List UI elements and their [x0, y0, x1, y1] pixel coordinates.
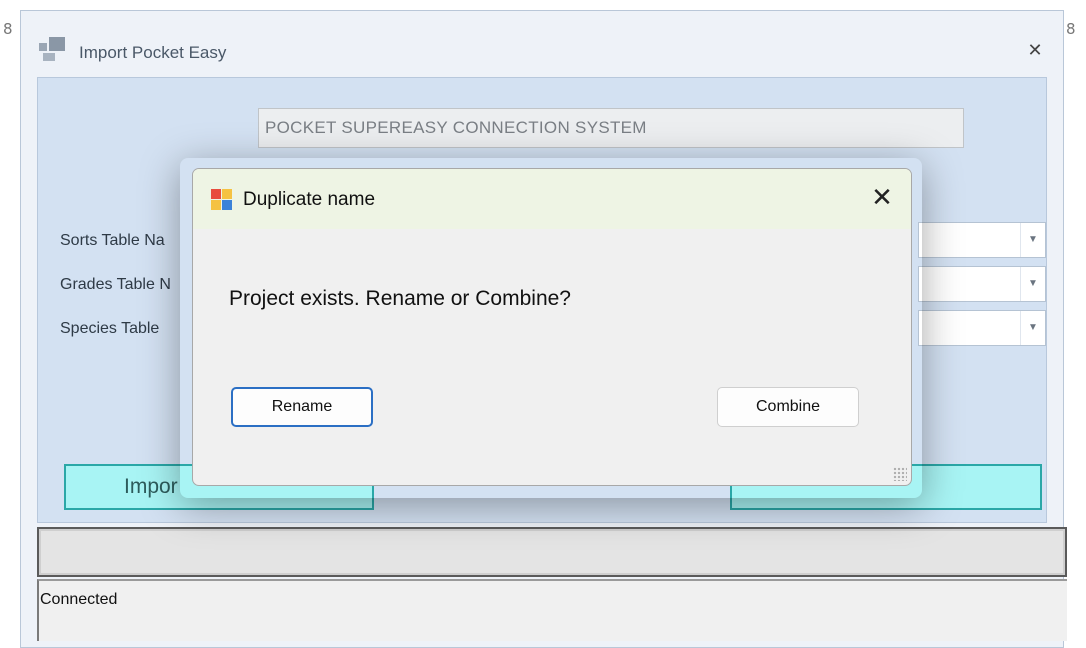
- species-table-dropdown[interactable]: ▼: [918, 310, 1046, 346]
- resize-grip-icon[interactable]: [893, 467, 907, 481]
- rename-button[interactable]: Rename: [231, 387, 373, 427]
- grades-table-dropdown[interactable]: ▼: [918, 266, 1046, 302]
- status-output: Connected: [37, 579, 1067, 641]
- sorts-table-dropdown[interactable]: ▼: [918, 222, 1046, 258]
- chevron-down-icon[interactable]: ▼: [1020, 223, 1045, 257]
- duplicate-name-dialog: Duplicate name ✕ Project exists. Rename …: [192, 168, 912, 486]
- dialog-title: Duplicate name: [243, 189, 376, 210]
- dialog-close-icon[interactable]: ✕: [867, 183, 897, 213]
- window-close-icon[interactable]: ✕: [1025, 41, 1045, 61]
- screen: 8 8 Import Pocket Easy ✕ POCKET SUPEREAS…: [0, 0, 1086, 648]
- sorts-table-label: Sorts Table Na: [60, 232, 165, 249]
- app-icon: [39, 37, 69, 63]
- chevron-down-icon[interactable]: ▼: [1020, 267, 1045, 301]
- chevron-down-icon[interactable]: ▼: [1020, 311, 1045, 345]
- dialog-message: Project exists. Rename or Combine?: [229, 287, 571, 310]
- grades-table-label: Grades Table N: [60, 276, 171, 293]
- species-table-label: Species Table: [60, 320, 160, 337]
- main-titlebar: Import Pocket Easy ✕: [21, 11, 1063, 77]
- dialog-titlebar: Duplicate name ✕: [193, 169, 911, 229]
- combine-button[interactable]: Combine: [717, 387, 859, 427]
- background-right-glyph: 8: [1066, 20, 1076, 38]
- connection-system-header: POCKET SUPEREASY CONNECTION SYSTEM: [258, 108, 964, 148]
- background-left-glyph: 8: [3, 20, 13, 38]
- progress-bar: [37, 527, 1067, 577]
- windows-app-icon: [211, 189, 233, 211]
- window-title: Import Pocket Easy: [79, 43, 227, 62]
